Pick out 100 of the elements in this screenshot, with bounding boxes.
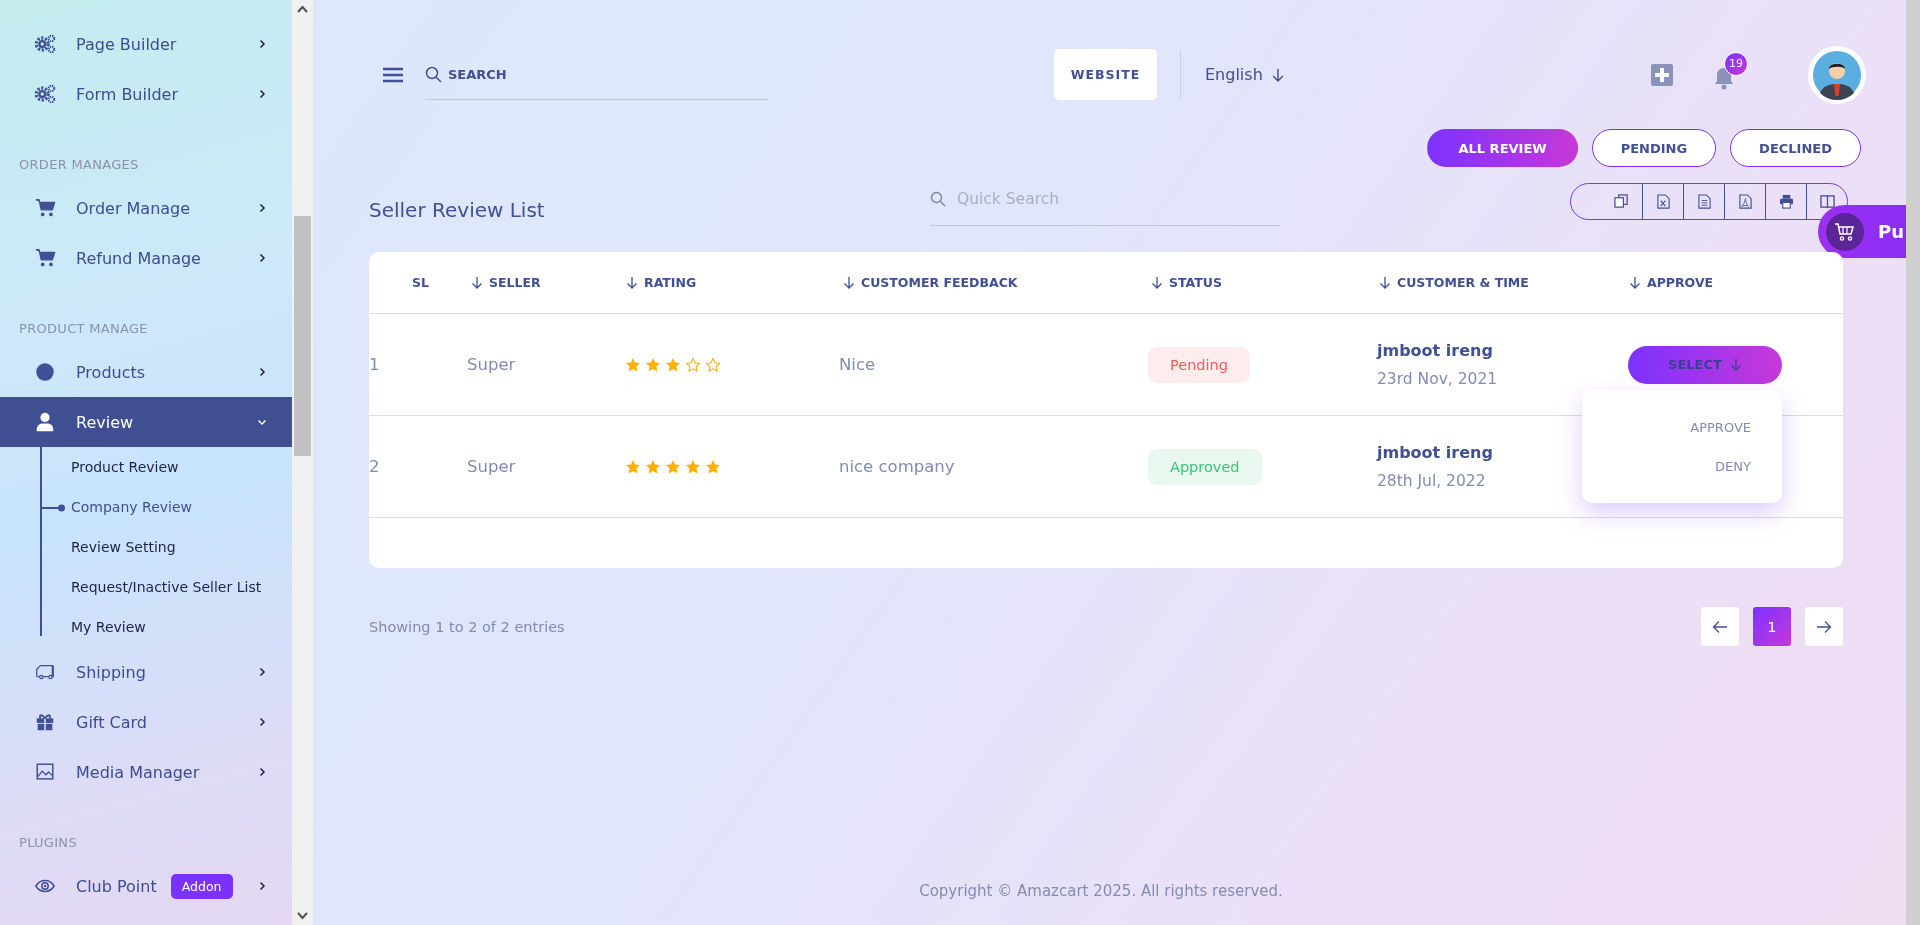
sidebar-item-label: Form Builder: [76, 84, 178, 104]
arrow-left-icon: [1712, 619, 1728, 634]
column-header-label: RATING: [644, 275, 697, 290]
sidebar-item[interactable]: Shipping: [0, 647, 292, 697]
table-cell: nice company: [839, 416, 1147, 518]
sidebar-item-label: Order Manage: [76, 198, 191, 218]
customer-name: jmboot ireng: [1377, 443, 1493, 462]
section-heading: PLUGINS: [19, 834, 78, 852]
star-icon: [625, 458, 641, 475]
status-badge: Approved: [1148, 448, 1262, 485]
customer-name: jmboot ireng: [1377, 341, 1494, 360]
quick-search-field[interactable]: Quick Search: [957, 190, 1277, 208]
pdf-file-icon[interactable]: [1737, 194, 1753, 209]
gift-icon: [34, 711, 56, 733]
filter-tab[interactable]: DECLINED: [1730, 129, 1861, 167]
print-icon[interactable]: [1778, 194, 1794, 209]
next-page-button[interactable]: [1805, 607, 1843, 646]
menu-item[interactable]: DENY: [1582, 447, 1782, 486]
cart-icon: [34, 197, 56, 219]
language-selector[interactable]: English: [1205, 65, 1285, 84]
sidebar-item-label: Club Point: [76, 876, 157, 896]
arrow-down-icon: [1270, 67, 1285, 82]
filter-tab[interactable]: ALL REVIEW: [1427, 129, 1578, 167]
gears-icon: [34, 33, 56, 55]
submenu-item[interactable]: Request/Inactive Seller List: [0, 567, 292, 607]
column-header-label: SELLER: [489, 275, 541, 290]
menu-item[interactable]: APPROVE: [1582, 408, 1782, 447]
sidebar-item-label: Products: [76, 362, 146, 382]
sidebar-item-label: Media Manager: [76, 762, 200, 782]
sidebar-item[interactable]: Refund Manage: [0, 233, 292, 283]
arrow-right-icon: [1816, 619, 1832, 634]
section-heading: PRODUCT MANAGE: [19, 320, 149, 338]
sidebar-item[interactable]: Products: [0, 347, 292, 397]
review-date: 23rd Nov, 2021: [1377, 370, 1498, 388]
review-date: 28th Jul, 2022: [1377, 472, 1487, 490]
website-button[interactable]: WEBSITE: [1054, 49, 1157, 100]
star-icon: [625, 356, 641, 373]
copyright-text: Copyright © Amazcart 2025. All rights reserved.: [918, 882, 1284, 900]
submenu-item[interactable]: Company Review: [0, 487, 292, 527]
previous-page-button[interactable]: [1701, 607, 1739, 646]
table-cell: Nice: [839, 314, 1147, 416]
column-header-label: CUSTOMER FEEDBACK: [861, 275, 1018, 290]
sidebar-item-label: Shipping: [76, 662, 146, 682]
sidebar-item[interactable]: Gift Card: [0, 697, 292, 747]
circle-icon: [34, 361, 56, 383]
sidebar-item[interactable]: Form Builder: [0, 69, 292, 119]
sidebar-item-label: Review: [76, 412, 134, 432]
columns-icon[interactable]: [1819, 194, 1835, 209]
sidebar-item-label: Refund Manage: [76, 248, 201, 268]
scroll-up-icon[interactable]: [296, 4, 309, 14]
sidebar-item[interactable]: Order Manage: [0, 183, 292, 233]
search-field[interactable]: SEARCH: [448, 67, 768, 82]
star-icon: [685, 458, 701, 475]
scroll-down-icon[interactable]: [296, 911, 309, 921]
spreadsheet-file-icon[interactable]: [1655, 194, 1671, 209]
avatar-icon[interactable]: [1808, 45, 1866, 104]
language-label: English: [1205, 65, 1263, 84]
page-button[interactable]: 1: [1753, 607, 1791, 646]
scrollbar-thumb[interactable]: [294, 216, 311, 456]
search-icon: [930, 191, 946, 207]
column-header-label: APPROVE: [1647, 275, 1714, 290]
entries-info: Showing 1 to 2 of 2 entries: [369, 618, 565, 635]
column-header-label: STATUS: [1169, 275, 1222, 290]
star-icon: [705, 458, 721, 475]
search-icon: [425, 66, 442, 83]
star-icon: [665, 458, 681, 475]
cart-icon: [34, 247, 56, 269]
submenu-item[interactable]: My Review: [0, 607, 292, 647]
table-cell: 2: [369, 416, 467, 518]
star-icon: [665, 356, 681, 373]
column-header-label: SL: [412, 275, 429, 290]
copy-icon[interactable]: [1614, 194, 1629, 209]
purchase-button[interactable]: Pu: [1818, 205, 1906, 258]
star-outline-icon: [685, 356, 701, 373]
arrow-down-icon: [1729, 358, 1742, 371]
status-badge: Pending: [1148, 346, 1250, 383]
sidebar-item[interactable]: Page Builder: [0, 19, 292, 69]
table-cell: 1: [369, 314, 467, 416]
image-icon: [34, 761, 56, 783]
plus-icon[interactable]: [1650, 62, 1674, 87]
sidebar-item[interactable]: Club Point Addon: [0, 861, 292, 911]
sidebar-item[interactable]: Media Manager: [0, 747, 292, 797]
table-cell: Super: [467, 314, 622, 416]
document-icon[interactable]: [1696, 194, 1712, 209]
section-heading: ORDER MANAGES: [19, 156, 140, 174]
sidebar-item[interactable]: Review: [0, 397, 292, 447]
table-cell: Super: [467, 416, 622, 518]
star-icon: [645, 458, 661, 475]
star-icon: [645, 356, 661, 373]
user-icon: [34, 411, 56, 433]
menu-icon[interactable]: [383, 66, 403, 83]
sidebar-scrollbar[interactable]: [292, 0, 313, 925]
filter-tab[interactable]: PENDING: [1591, 129, 1717, 167]
submenu-item[interactable]: Review Setting: [0, 527, 292, 567]
column-header-label: CUSTOMER & TIME: [1397, 275, 1529, 290]
sidebar-item-label: Page Builder: [76, 34, 177, 54]
notification-badge: 19: [1724, 51, 1748, 76]
page-scrollbar[interactable]: [1906, 0, 1920, 925]
submenu-item[interactable]: Product Review: [0, 447, 292, 487]
gears-icon: [34, 83, 56, 105]
